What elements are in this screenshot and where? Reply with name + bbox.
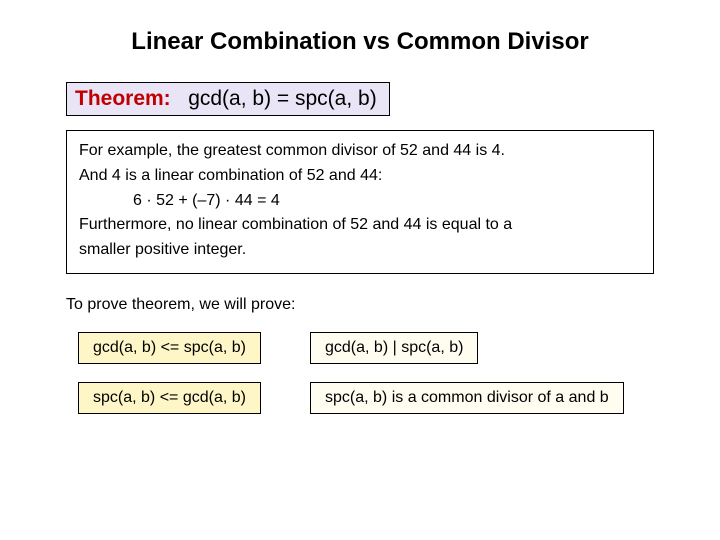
col-left-2: spc(a, b) <= gcd(a, b) bbox=[66, 382, 256, 414]
prove-intro: To prove theorem, we will prove: bbox=[66, 296, 654, 314]
theorem-equation: gcd(a, b) = spc(a, b) bbox=[177, 87, 377, 110]
theorem-box: Theorem: gcd(a, b) = spc(a, b) bbox=[66, 82, 390, 116]
box-gcd-divides-spc: gcd(a, b) | spc(a, b) bbox=[310, 332, 478, 364]
theorem-eq-text: gcd(a, b) = spc(a, b) bbox=[188, 87, 377, 110]
slide: Linear Combination vs Common Divisor The… bbox=[0, 0, 720, 452]
box-gcd-le-spc: gcd(a, b) <= spc(a, b) bbox=[78, 332, 261, 364]
theorem-label: Theorem: bbox=[75, 87, 171, 110]
example-line-1: For example, the greatest common divisor… bbox=[79, 139, 641, 164]
example-calc: 6 · 52 + (–7) · 44 = 4 bbox=[79, 189, 641, 214]
col-left-1: gcd(a, b) <= spc(a, b) bbox=[66, 332, 256, 364]
example-line-3: Furthermore, no linear combination of 52… bbox=[79, 213, 641, 238]
slide-title: Linear Combination vs Common Divisor bbox=[60, 28, 660, 56]
row-1: gcd(a, b) <= spc(a, b) gcd(a, b) | spc(a… bbox=[66, 332, 654, 364]
row-2: spc(a, b) <= gcd(a, b) spc(a, b) is a co… bbox=[66, 382, 654, 414]
example-box: For example, the greatest common divisor… bbox=[66, 130, 654, 274]
example-line-2: And 4 is a linear combination of 52 and … bbox=[79, 164, 641, 189]
box-spc-common-divisor: spc(a, b) is a common divisor of a and b bbox=[310, 382, 624, 414]
example-line-4: smaller positive integer. bbox=[79, 238, 641, 263]
box-spc-le-gcd: spc(a, b) <= gcd(a, b) bbox=[78, 382, 261, 414]
